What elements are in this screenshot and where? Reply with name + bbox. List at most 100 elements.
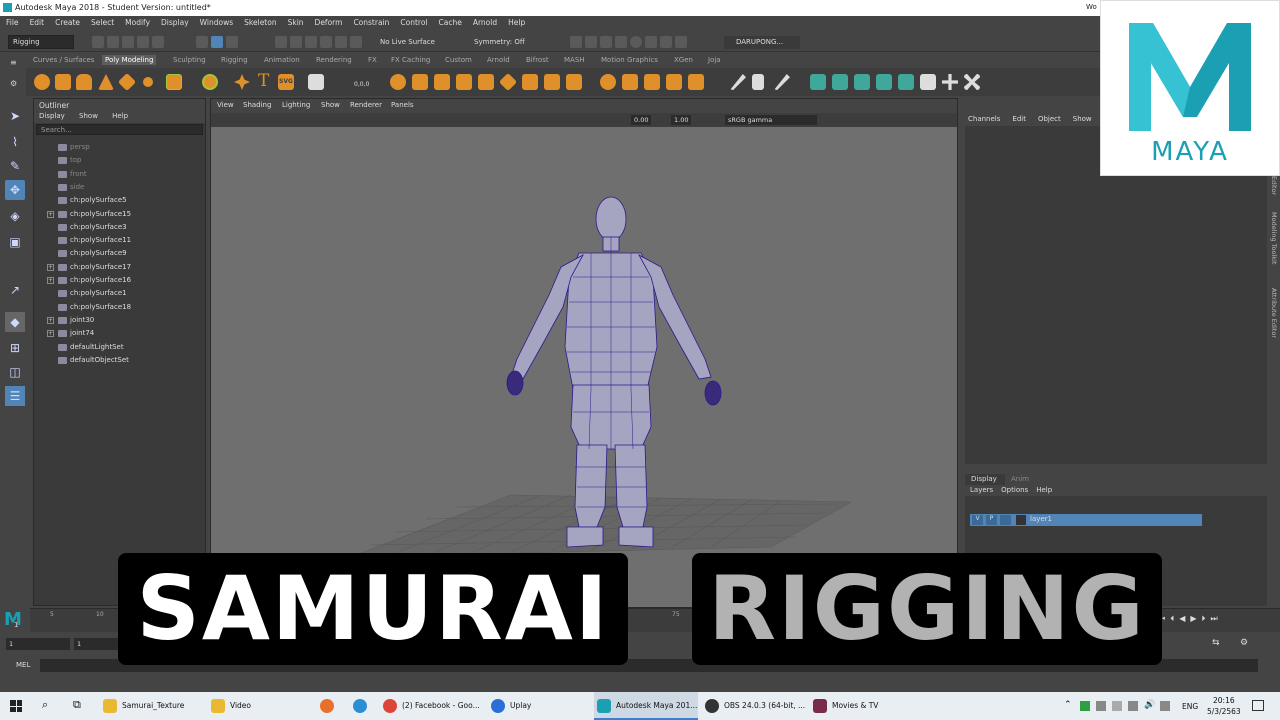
outliner-item[interactable]: + ch:polySurface15 bbox=[34, 208, 194, 221]
tray-app-icon[interactable] bbox=[1080, 701, 1090, 711]
outliner-item[interactable]: ch:polySurface3 bbox=[34, 221, 194, 234]
new-scene-icon[interactable] bbox=[92, 36, 104, 48]
fill-hole-icon[interactable] bbox=[522, 74, 538, 90]
menu-deform[interactable]: Deform bbox=[309, 16, 348, 30]
move-tool-icon[interactable]: ✥ bbox=[5, 180, 25, 200]
edge-icon[interactable] bbox=[353, 699, 367, 713]
live-surface-label[interactable]: No Live Surface bbox=[380, 38, 435, 46]
tab-poly-modeling[interactable]: Poly Modeling bbox=[102, 55, 157, 65]
poly-cylinder-icon[interactable] bbox=[76, 74, 92, 90]
vp-menu-view[interactable]: View bbox=[217, 101, 234, 109]
render-icon[interactable] bbox=[570, 36, 582, 48]
append-icon[interactable] bbox=[600, 74, 616, 90]
vp-menu-renderer[interactable]: Renderer bbox=[350, 101, 382, 109]
menu-edit[interactable]: Edit bbox=[24, 16, 50, 30]
outliner-item[interactable]: + joint74 bbox=[34, 327, 194, 340]
outliner-item[interactable]: + ch:polySurface16 bbox=[34, 274, 194, 287]
snap-edge-icon[interactable] bbox=[350, 36, 362, 48]
multi-cut-icon[interactable] bbox=[666, 74, 682, 90]
mirror-icon[interactable] bbox=[498, 72, 518, 92]
boolean-icon[interactable] bbox=[456, 74, 472, 90]
layer-menu-layers[interactable]: Layers bbox=[970, 486, 993, 494]
layer-name[interactable]: layer1 bbox=[1030, 515, 1052, 523]
taskbar-item-video[interactable]: Video bbox=[208, 692, 308, 720]
cut-uv-icon[interactable] bbox=[942, 74, 958, 90]
expand-icon[interactable]: + bbox=[47, 263, 54, 271]
poly-sphere-icon[interactable] bbox=[34, 74, 50, 90]
separate-icon[interactable] bbox=[412, 74, 428, 90]
tray-wifi-icon[interactable] bbox=[1128, 701, 1138, 711]
menu-skeleton[interactable]: Skeleton bbox=[238, 16, 281, 30]
tab-motion-graphics[interactable]: Motion Graphics bbox=[598, 55, 661, 65]
tab-curves-surfaces[interactable]: Curves / Surfaces bbox=[30, 55, 97, 65]
windows-start-icon[interactable] bbox=[10, 700, 22, 712]
tab-mash[interactable]: MASH bbox=[561, 55, 588, 65]
taskbar-item-movies[interactable]: Movies & TV bbox=[810, 692, 910, 720]
outliner-item[interactable]: ch:polySurface18 bbox=[34, 301, 194, 314]
tray-chevron-icon[interactable]: ⌃ bbox=[1064, 700, 1072, 710]
cb-menu-channels[interactable]: Channels bbox=[968, 115, 1000, 123]
tray-display-icon[interactable] bbox=[1160, 701, 1170, 711]
snap-view-icon[interactable] bbox=[320, 36, 332, 48]
checker-icon[interactable] bbox=[920, 74, 936, 90]
clock-date[interactable]: 5/3/2563 bbox=[1207, 707, 1241, 716]
menu-file[interactable]: File bbox=[0, 16, 24, 30]
menu-windows[interactable]: Windows bbox=[194, 16, 238, 30]
tab-xgen[interactable]: XGen bbox=[671, 55, 696, 65]
snap-surface-icon[interactable] bbox=[335, 36, 347, 48]
layer-playback-toggle[interactable]: P bbox=[986, 515, 997, 525]
tab-anim[interactable]: Anim bbox=[1011, 475, 1029, 483]
outliner-item[interactable]: ch:polySurface1 bbox=[34, 287, 194, 300]
tab-fx-caching[interactable]: FX Caching bbox=[388, 55, 433, 65]
tray-network-icon[interactable] bbox=[1096, 701, 1106, 711]
outliner-menu-show[interactable]: Show bbox=[79, 112, 98, 120]
select-tool-icon[interactable]: ➤ bbox=[5, 106, 25, 126]
poly-soccer-icon[interactable] bbox=[202, 74, 218, 90]
poly-torus-icon[interactable] bbox=[140, 74, 156, 90]
cb-menu-object[interactable]: Object bbox=[1038, 115, 1061, 123]
tab-custom[interactable]: Custom bbox=[442, 55, 475, 65]
pause-icon[interactable] bbox=[675, 36, 687, 48]
cb-menu-show[interactable]: Show bbox=[1073, 115, 1092, 123]
offset-loop-icon[interactable] bbox=[774, 74, 790, 90]
poly-cube-icon[interactable] bbox=[55, 74, 71, 90]
outliner-item[interactable]: top bbox=[34, 154, 194, 167]
menu-create[interactable]: Create bbox=[49, 16, 85, 30]
select-object-icon[interactable] bbox=[211, 36, 223, 48]
tray-battery-icon[interactable] bbox=[1112, 701, 1122, 711]
settings-icon[interactable]: ⚙ bbox=[1240, 638, 1248, 648]
sew-uv-icon[interactable] bbox=[964, 74, 980, 90]
select-hierarchy-icon[interactable] bbox=[196, 36, 208, 48]
layer-visibility-toggle[interactable]: V bbox=[972, 515, 983, 525]
outliner-item[interactable]: front bbox=[34, 168, 194, 181]
outliner-item[interactable]: side bbox=[34, 181, 194, 194]
poly-cone-icon[interactable] bbox=[98, 74, 114, 90]
uv-editor-icon[interactable] bbox=[810, 74, 826, 90]
outliner-item[interactable]: ch:polySurface9 bbox=[34, 247, 194, 260]
taskbar-item-maya[interactable]: Autodesk Maya 201... bbox=[594, 692, 698, 720]
layer-menu-options[interactable]: Options bbox=[1001, 486, 1028, 494]
exposure-field[interactable]: 0.00 bbox=[631, 115, 652, 125]
menu-help[interactable]: Help bbox=[502, 16, 530, 30]
menu-modify[interactable]: Modify bbox=[119, 16, 155, 30]
layer-display-toggle[interactable] bbox=[1000, 515, 1011, 525]
symmetry-label[interactable]: Symmetry: Off bbox=[474, 38, 525, 46]
tab-rigging[interactable]: Rigging bbox=[218, 55, 251, 65]
save-scene-icon[interactable] bbox=[122, 36, 134, 48]
side-tab-editor[interactable]: Editor bbox=[1270, 176, 1278, 195]
outliner-view-icon[interactable]: ☰ bbox=[5, 386, 25, 406]
range-start-field[interactable]: 1 bbox=[74, 638, 124, 650]
user-account-button[interactable]: DARUPONG... bbox=[724, 36, 800, 49]
menu-skin[interactable]: Skin bbox=[282, 16, 309, 30]
step-forward-icon[interactable]: ⏵ bbox=[1202, 614, 1206, 624]
hypershade-icon[interactable] bbox=[615, 36, 627, 48]
paint-select-icon[interactable]: ✎ bbox=[5, 156, 25, 176]
tab-rendering[interactable]: Rendering bbox=[313, 55, 355, 65]
gear-icon[interactable]: ⚙ bbox=[10, 79, 17, 88]
taskbar-item-uplay[interactable]: Uplay bbox=[488, 692, 588, 720]
auto-map-icon[interactable] bbox=[898, 74, 914, 90]
tab-fx[interactable]: FX bbox=[365, 55, 380, 65]
extrude-icon[interactable] bbox=[544, 74, 560, 90]
play-back-icon[interactable]: ◀ bbox=[1179, 614, 1185, 624]
tab-display[interactable]: Display bbox=[965, 474, 1005, 485]
